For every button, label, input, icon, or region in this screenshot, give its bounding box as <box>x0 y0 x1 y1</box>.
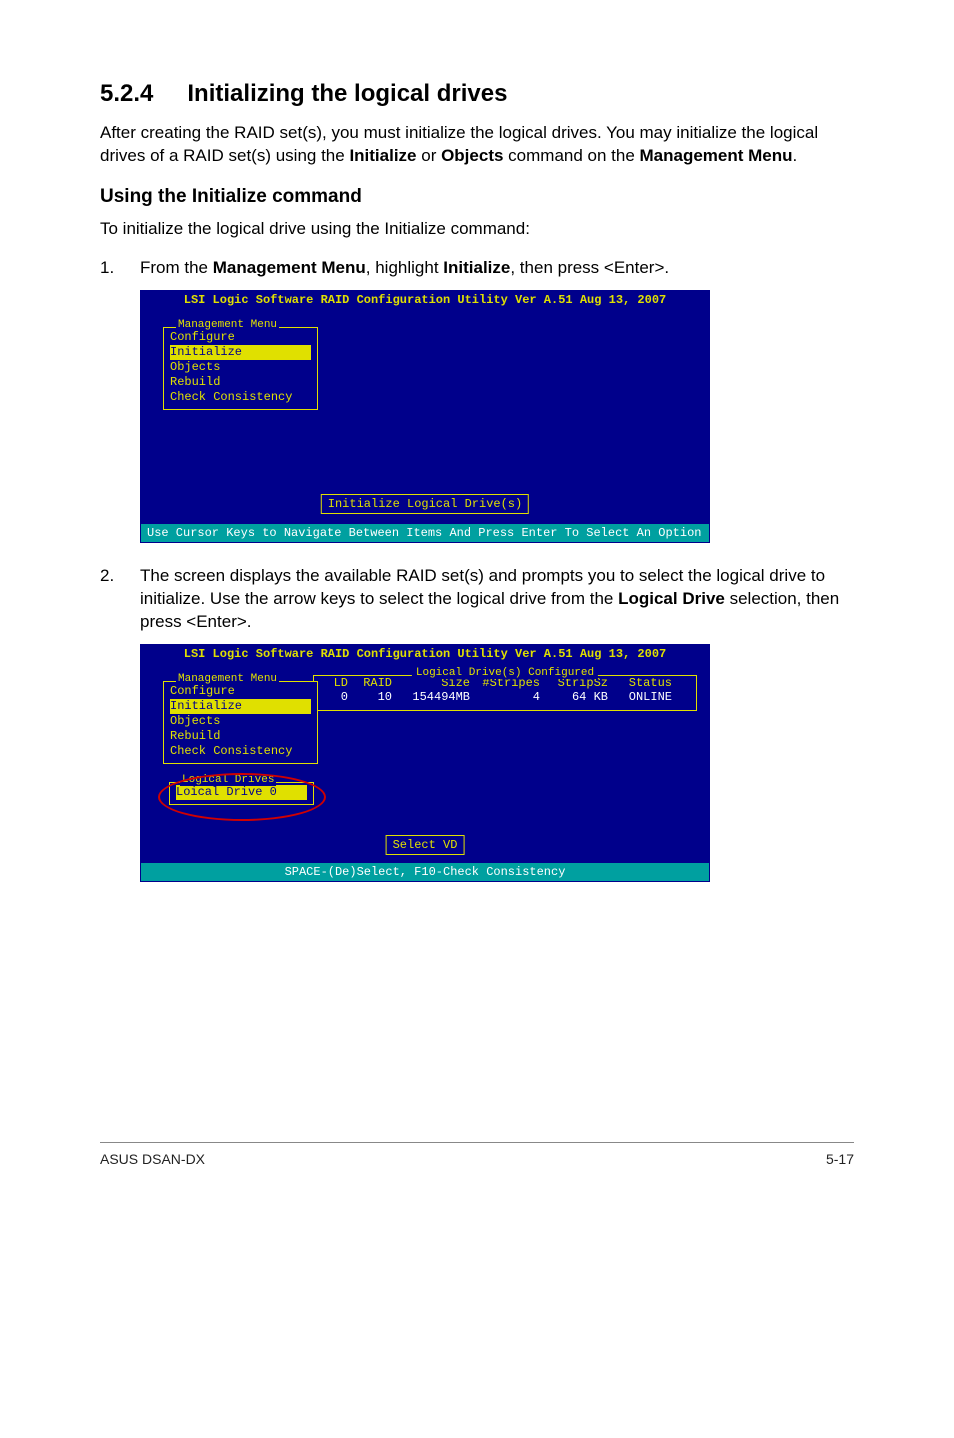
bios-title: LSI Logic Software RAID Configuration Ut… <box>141 645 709 663</box>
management-menu-box: Management Menu Configure Initialize Obj… <box>163 681 318 764</box>
ld-header-status: Status <box>608 676 672 690</box>
footer-right: 5-17 <box>826 1151 854 1167</box>
step-text-span: , highlight <box>366 258 444 277</box>
bios-screen-1: LSI Logic Software RAID Configuration Ut… <box>140 290 710 543</box>
intro-text: command on the <box>503 146 639 165</box>
ld-cell-raid: 10 <box>348 690 392 704</box>
menu-box-label: Management Menu <box>176 673 279 685</box>
bios-screen-2: LSI Logic Software RAID Configuration Ut… <box>140 644 710 882</box>
management-menu-box: Management Menu Configure Initialize Obj… <box>163 327 318 410</box>
step-text-span: , then press <Enter>. <box>510 258 669 277</box>
ld-header-raid: RAID <box>348 676 392 690</box>
ld-panel-label: Logical Drive(s) Configured <box>412 667 598 679</box>
bios-hint-box: Select VD <box>386 835 465 855</box>
footer-left: ASUS DSAN-DX <box>100 1151 205 1167</box>
intro-text: . <box>793 146 798 165</box>
menu-box-label: Management Menu <box>176 319 279 331</box>
step-number: 1. <box>100 257 140 280</box>
section-title-text: Initializing the logical drives <box>187 80 507 107</box>
ld-cell-stripes: 4 <box>470 690 540 704</box>
bios-footer: SPACE-(De)Select, F10-Check Consistency <box>141 863 709 881</box>
menu-item-rebuild[interactable]: Rebuild <box>170 729 311 744</box>
ld-cell-ld: 0 <box>320 690 348 704</box>
step-bold: Management Menu <box>213 258 366 277</box>
intro-bold-mgmt: Management Menu <box>640 146 793 165</box>
intro-bold-initialize: Initialize <box>349 146 416 165</box>
menu-item-check-consistency[interactable]: Check Consistency <box>170 390 311 405</box>
sub-heading: Using the Initialize command <box>100 186 854 208</box>
menu-item-check-consistency[interactable]: Check Consistency <box>170 744 311 759</box>
logical-drives-label: Logical Drives <box>180 774 276 786</box>
intro-bold-objects: Objects <box>441 146 503 165</box>
step-text: From the Management Menu, highlight Init… <box>140 257 854 280</box>
logical-drive-item[interactable]: Loical Drive 0 <box>176 785 307 800</box>
logical-drive-panel: Logical Drive(s) Configured LD RAID Size… <box>313 675 697 711</box>
bios-footer: Use Cursor Keys to Navigate Between Item… <box>141 524 709 542</box>
step-item: 1. From the Management Menu, highlight I… <box>100 257 854 280</box>
step-text-span: From the <box>140 258 213 277</box>
section-number: 5.2.4 <box>100 80 153 108</box>
menu-item-initialize[interactable]: Initialize <box>170 345 311 360</box>
intro-text: or <box>417 146 442 165</box>
sub-body: To initialize the logical drive using th… <box>100 218 854 241</box>
step-bold: Logical Drive <box>618 589 725 608</box>
logical-drives-box: Logical Drives Loical Drive 0 <box>169 782 314 805</box>
ld-cell-stripsz: 64 KB <box>540 690 608 704</box>
ld-cell-size: 154494MB <box>392 690 470 704</box>
section-heading: 5.2.4 Initializing the logical drives <box>100 80 854 108</box>
step-text: The screen displays the available RAID s… <box>140 565 854 634</box>
step-item: 2. The screen displays the available RAI… <box>100 565 854 634</box>
menu-item-objects[interactable]: Objects <box>170 360 311 375</box>
menu-item-configure[interactable]: Configure <box>170 684 311 699</box>
step-bold: Initialize <box>443 258 510 277</box>
menu-item-objects[interactable]: Objects <box>170 714 311 729</box>
menu-item-rebuild[interactable]: Rebuild <box>170 375 311 390</box>
bios-title: LSI Logic Software RAID Configuration Ut… <box>141 291 709 309</box>
menu-item-initialize[interactable]: Initialize <box>170 699 311 714</box>
step-number: 2. <box>100 565 140 634</box>
intro-paragraph: After creating the RAID set(s), you must… <box>100 122 854 168</box>
ld-data-row[interactable]: 0 10 154494MB 4 64 KB ONLINE <box>320 690 690 704</box>
bios-hint-box: Initialize Logical Drive(s) <box>321 494 529 514</box>
ld-cell-status: ONLINE <box>608 690 672 704</box>
ld-header-ld: LD <box>320 676 348 690</box>
page-footer: ASUS DSAN-DX 5-17 <box>100 1142 854 1167</box>
menu-item-configure[interactable]: Configure <box>170 330 311 345</box>
